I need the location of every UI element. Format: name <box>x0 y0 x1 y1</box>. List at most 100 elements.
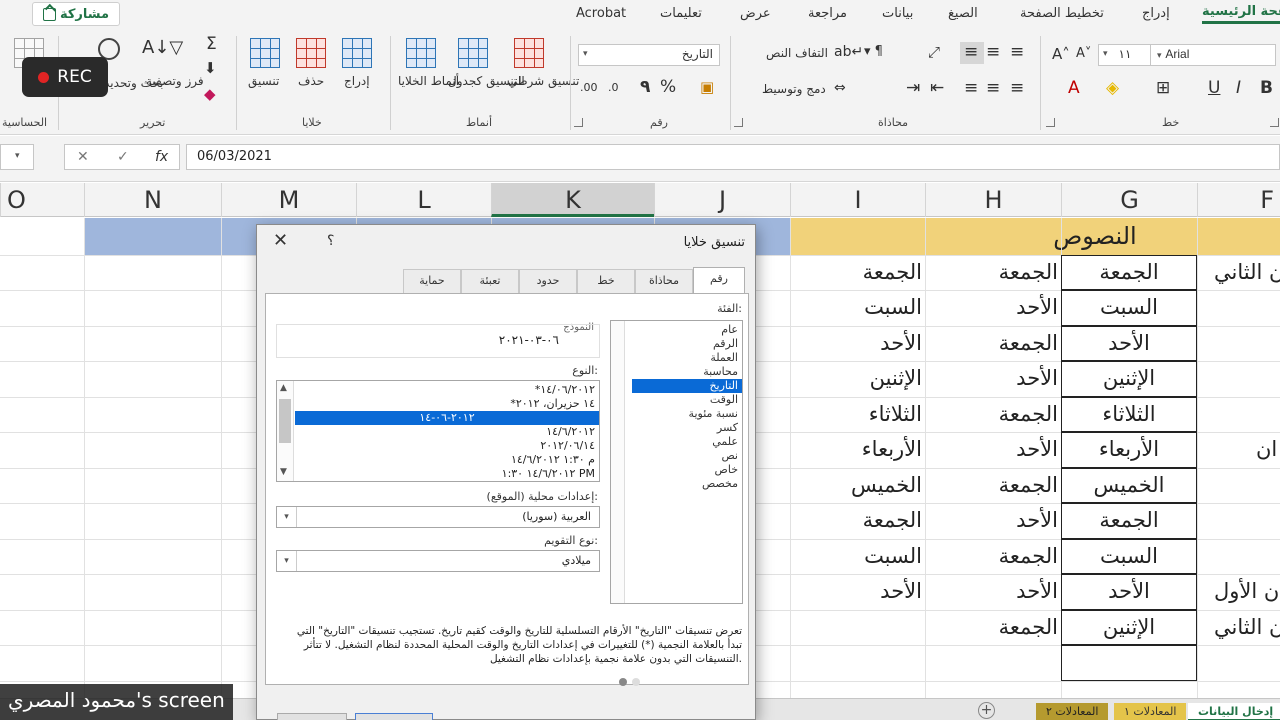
tab-acrobat[interactable]: Acrobat <box>576 6 626 21</box>
type-item[interactable]: م ١:٣٠ ١٤/٦/٢٠١٢ <box>511 453 595 467</box>
tab-protection[interactable]: حماية <box>403 269 461 293</box>
calendar-dropdown[interactable]: ▾ ميلادي <box>276 550 600 572</box>
tab-number[interactable]: رقم <box>693 267 745 294</box>
cell-g[interactable]: السبت <box>1061 289 1197 325</box>
category-item[interactable]: عام <box>721 323 738 337</box>
tab-page-layout[interactable]: تخطيط الصفحة <box>1020 6 1104 21</box>
type-item[interactable]: ٢٠١٢/٠٦/١٤ <box>540 439 595 453</box>
align-center-icon[interactable]: ≡ <box>986 78 1000 98</box>
format-as-table-label[interactable]: التنسيق كجدول <box>448 74 525 88</box>
decrease-decimal-icon[interactable]: .00 <box>580 78 598 98</box>
formula-input[interactable]: 06/03/2021 <box>186 144 1280 170</box>
comma-style-icon[interactable]: ٩ <box>640 77 650 97</box>
cell-h[interactable]: الجمعة <box>999 254 1058 290</box>
col-header-m[interactable]: M <box>221 183 356 217</box>
orientation-icon[interactable]: ⤢ <box>928 42 940 62</box>
scroll-up-icon[interactable]: ▲ <box>280 383 287 393</box>
sort-filter-icon[interactable]: A↓▽ <box>142 38 183 58</box>
percent-style-icon[interactable]: % <box>660 77 676 97</box>
bold-icon[interactable]: B <box>1260 78 1273 98</box>
underline-icon[interactable]: U <box>1208 78 1220 98</box>
delete-label[interactable]: حذف <box>298 74 324 88</box>
cell-h[interactable]: الأحد <box>1016 360 1058 396</box>
cell-i[interactable]: السبت <box>864 289 922 325</box>
conditional-format-label[interactable]: تنسيق شرطي <box>508 74 579 88</box>
cell-g[interactable]: الخميس <box>1061 467 1197 503</box>
enter-icon[interactable]: ✓ <box>117 149 129 165</box>
cell-g[interactable]: الإثنين <box>1061 360 1197 396</box>
cell-g[interactable]: الأحد <box>1061 325 1197 361</box>
col-header-f[interactable]: F <box>1197 183 1280 217</box>
cell-h[interactable]: الجمعة <box>999 538 1058 574</box>
cell-h[interactable]: الجمعة <box>999 396 1058 432</box>
cell-h[interactable]: الأحد <box>1016 289 1058 325</box>
cell-f[interactable]: ن الثاني <box>1214 254 1280 290</box>
dialog-help-icon[interactable]: ؟ <box>327 233 334 249</box>
tab-review[interactable]: مراجعة <box>808 6 847 21</box>
type-scrollbar[interactable]: ▲ ▼ <box>277 381 294 481</box>
type-item[interactable]: ١٤/٦/٢٠١٢ ١:٣٠ PM <box>502 467 595 481</box>
category-item[interactable]: مخصص <box>702 477 738 491</box>
category-item[interactable]: نص <box>721 449 738 463</box>
cell-g[interactable]: الأربعاء <box>1061 431 1197 467</box>
autosum-icon[interactable]: Σ <box>206 34 217 54</box>
font-size-dropdown[interactable]: ▾ ١١ <box>1098 44 1152 66</box>
cell-f[interactable]: ان <box>1256 431 1277 467</box>
cell-i[interactable]: الخميس <box>851 467 922 503</box>
wrap-text-button[interactable]: التفاف النص <box>766 46 828 60</box>
cell-i[interactable]: الأربعاء <box>862 431 922 467</box>
type-item[interactable]: *١٤ حزيران، ٢٠١٢ <box>510 397 595 411</box>
rtl-direction-icon[interactable]: ▾ ¶ <box>864 42 883 62</box>
tab-view[interactable]: عرض <box>740 6 771 21</box>
cell-styles-icon[interactable] <box>406 38 436 68</box>
insert-label[interactable]: إدراج <box>344 74 370 88</box>
category-item[interactable]: الرقم <box>713 337 738 351</box>
shrink-font-icon[interactable]: A˅ <box>1076 44 1091 64</box>
tab-insert[interactable]: إدراج <box>1142 6 1170 21</box>
col-header-j[interactable]: J <box>654 183 790 217</box>
cell-g[interactable]: السبت <box>1061 538 1197 574</box>
clear-icon[interactable]: ◆ <box>204 84 216 104</box>
col-header-h[interactable]: H <box>925 183 1061 217</box>
grow-font-icon[interactable]: A˄ <box>1052 44 1070 64</box>
tab-fill[interactable]: تعبئة <box>461 269 519 293</box>
insert-function-icon[interactable]: fx <box>155 149 168 165</box>
tab-font[interactable]: خط <box>577 269 635 293</box>
tab-home[interactable]: الصفحة الرئيسية <box>1202 4 1280 24</box>
accounting-format-icon[interactable]: ▣ <box>700 77 714 97</box>
cancel-button[interactable] <box>277 713 347 720</box>
tab-alignment[interactable]: محاذاة <box>635 269 693 293</box>
sheet-tab[interactable]: المعادلات ١ <box>1114 703 1187 720</box>
category-item[interactable]: الوقت <box>710 393 738 407</box>
add-sheet-icon[interactable]: + <box>978 702 995 719</box>
category-item[interactable]: علمي <box>712 435 738 449</box>
cell-g[interactable]: الجمعة <box>1061 254 1197 290</box>
cell-g[interactable]: الثلاثاء <box>1061 396 1197 432</box>
format-as-table-icon[interactable] <box>458 38 488 68</box>
tab-formulas[interactable]: الصيغ <box>948 6 978 21</box>
type-item[interactable]: ١٤/٦/٢٠١٢ <box>546 425 595 439</box>
format-label[interactable]: تنسيق <box>248 74 279 88</box>
cell-h[interactable]: الجمعة <box>999 609 1058 645</box>
fill-icon[interactable]: ⬇ <box>204 58 217 78</box>
cell-i[interactable]: السبت <box>864 538 922 574</box>
cell-i[interactable]: الجمعة <box>863 254 922 290</box>
fill-color-icon[interactable]: ◈ <box>1106 78 1119 98</box>
cell-i[interactable]: الثلاثاء <box>869 396 922 432</box>
bordered-cell[interactable] <box>1061 645 1197 681</box>
category-item[interactable]: العملة <box>710 351 738 365</box>
align-bottom-icon[interactable]: ≡ <box>1010 42 1024 62</box>
cell-i[interactable]: الجمعة <box>863 502 922 538</box>
sheet-tab-active[interactable]: إدخال البيانات <box>1188 703 1280 720</box>
merge-center-icon[interactable]: ⇔ <box>834 78 846 98</box>
cell-styles-label[interactable]: أنماط الخلايا <box>398 74 459 88</box>
ok-button[interactable] <box>355 713 433 720</box>
font-color-icon[interactable]: A <box>1068 78 1080 98</box>
cell-g[interactable]: الأحد <box>1061 573 1197 609</box>
wrap-text-icon[interactable]: ab↵ <box>834 42 863 62</box>
cell-i[interactable]: الإثنين <box>870 360 922 396</box>
cell-h[interactable]: الجمعة <box>999 467 1058 503</box>
cell-g[interactable]: الإثنين <box>1061 609 1197 645</box>
category-item[interactable]: محاسبة <box>703 365 738 379</box>
cell-g[interactable]: الجمعة <box>1061 502 1197 538</box>
